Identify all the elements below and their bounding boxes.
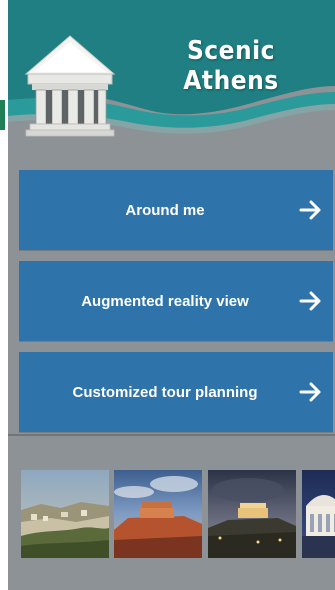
gallery-photo-city[interactable] xyxy=(21,470,109,558)
arrow-right-icon xyxy=(299,200,321,220)
photo-gallery[interactable] xyxy=(21,470,335,558)
arrow-right-icon xyxy=(299,291,321,311)
left-edge-artifact xyxy=(0,100,5,130)
augmented-reality-label: Augmented reality view xyxy=(81,292,249,310)
arrow-right-icon xyxy=(299,382,321,402)
augmented-reality-button[interactable]: Augmented reality view xyxy=(19,261,333,341)
around-me-button[interactable]: Around me xyxy=(19,170,333,250)
app-header: Scenic Athens xyxy=(8,0,335,148)
section-divider xyxy=(8,434,335,436)
gallery-photo-acropolis-sunset[interactable] xyxy=(114,470,202,558)
around-me-label: Around me xyxy=(125,201,205,219)
tour-planning-label: Customized tour planning xyxy=(72,383,258,401)
app-screen: Scenic Athens Around me Augmented realit… xyxy=(8,0,335,590)
gallery-photo-acropolis-night[interactable] xyxy=(208,470,296,558)
app-title: Scenic Athens xyxy=(183,36,279,96)
tour-planning-button[interactable]: Customized tour planning xyxy=(19,352,333,432)
gallery-photo-domed-building[interactable] xyxy=(302,470,335,558)
